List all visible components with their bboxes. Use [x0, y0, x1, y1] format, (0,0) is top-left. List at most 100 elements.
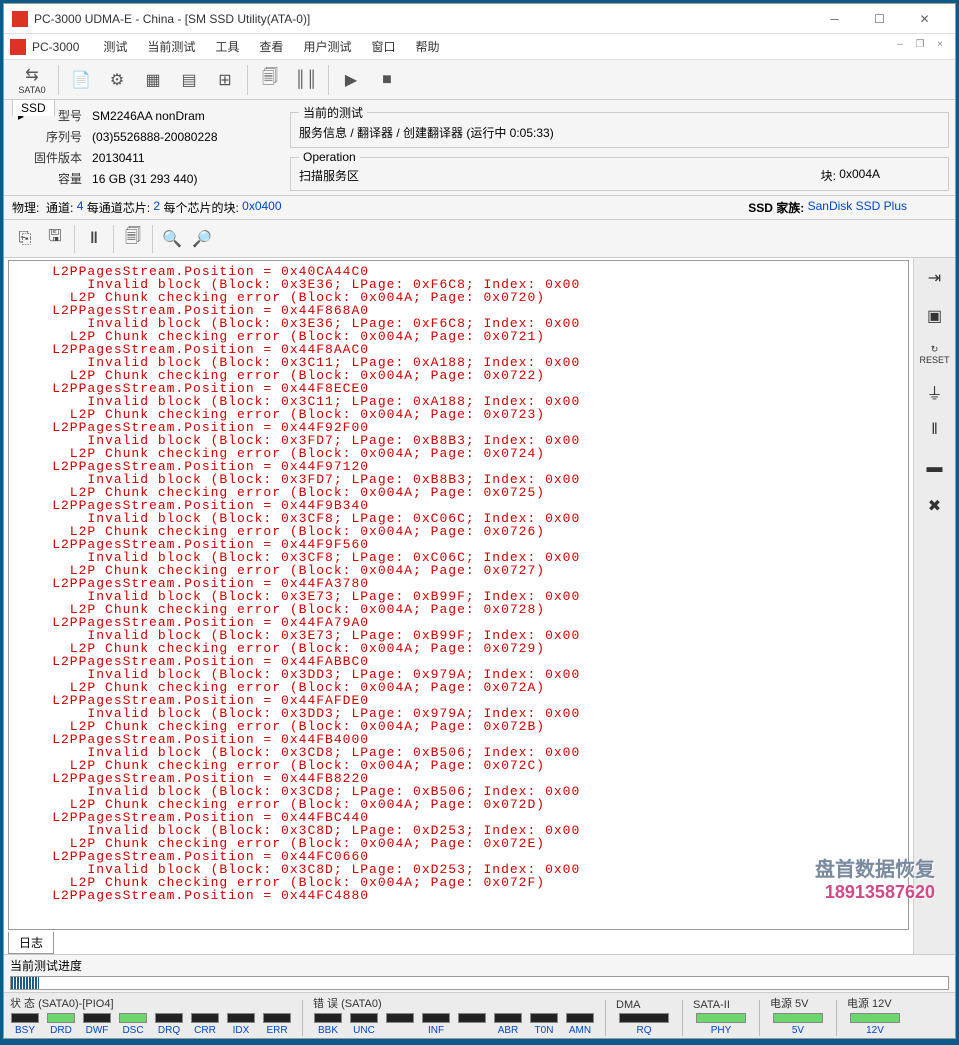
blocks-label: 每个芯片的块: [163, 199, 238, 216]
play-button[interactable]: ▶ [333, 63, 369, 97]
find-button[interactable]: 🔍 [157, 224, 187, 254]
led-indicator [191, 1013, 219, 1023]
operation-legend: Operation [299, 150, 360, 164]
perch-label: 每通道芯片: [87, 199, 150, 216]
tb2-btn-copy[interactable]: 🗐 [118, 224, 148, 254]
led-indicator [263, 1013, 291, 1023]
app-icon [12, 11, 28, 27]
side-btn-1[interactable]: ⇥ [921, 264, 949, 292]
close-button[interactable]: ✕ [902, 5, 947, 33]
menubar: PC-3000 测试 当前测试 工具 查看 用户测试 窗口 帮助 – ❐ × [4, 34, 955, 60]
ssd-family-label: SSD 家族: [748, 201, 804, 215]
port-label: SATA0 [18, 85, 45, 95]
physical-row: 物理: 通道: 4 每通道芯片: 2 每个芯片的块: 0x0400 SSD 家族… [4, 196, 955, 220]
side-pause-button[interactable]: ‖ [921, 416, 949, 444]
log-output[interactable]: L2PPagesStream.Position = 0x40CA44C0 Inv… [8, 260, 909, 930]
cap-value: 16 GB (31 293 440) [88, 169, 221, 188]
status-led: UNC [347, 1013, 381, 1036]
status-led: ERR [260, 1013, 294, 1036]
mdi-restore-button[interactable]: ❐ [911, 39, 929, 55]
mdi-minimize-button[interactable]: – [891, 39, 909, 55]
pause-button[interactable]: ‖ [79, 224, 109, 254]
menu-view[interactable]: 查看 [249, 35, 293, 58]
fw-value: 20130411 [88, 148, 221, 167]
fw-label: 固件版本 [30, 148, 86, 167]
status-group-label: SATA-II [691, 999, 751, 1011]
tb2-btn-2[interactable]: 🖫 [40, 224, 70, 254]
operation-text: 扫描服务区 [299, 167, 359, 184]
log-tab[interactable]: 日志 [8, 932, 54, 954]
maximize-button[interactable]: ☐ [857, 5, 902, 33]
led-label: DRQ [158, 1025, 180, 1036]
led-label: DRD [50, 1025, 72, 1036]
menu-test[interactable]: 测试 [93, 35, 137, 58]
tool-btn-1[interactable]: 📄 [63, 63, 99, 97]
status-led: DSC [116, 1013, 150, 1036]
phys-label: 物理: [12, 199, 39, 216]
titlebar: PC-3000 UDMA-E - China - [SM SSD Utility… [4, 4, 955, 34]
led-indicator [619, 1013, 669, 1023]
tool-btn-barcode[interactable]: ║║ [288, 63, 324, 97]
status-led: PHY [691, 1013, 751, 1036]
side-btn-reset[interactable]: ↻RESET [921, 340, 949, 368]
menu-help[interactable]: 帮助 [405, 35, 449, 58]
current-test-legend: 当前的测试 [299, 104, 367, 121]
status-led: IDX [224, 1013, 258, 1036]
led-label: T0N [535, 1025, 554, 1036]
ssd-family-value: SanDisk SSD Plus [808, 199, 907, 216]
blocks-value: 0x0400 [242, 199, 281, 216]
tool-btn-3[interactable]: ▦ [135, 63, 171, 97]
menu-window[interactable]: 窗口 [361, 35, 405, 58]
menu-user-test[interactable]: 用户测试 [293, 35, 361, 58]
progress-bar [10, 976, 949, 990]
led-indicator [566, 1013, 594, 1023]
port-button[interactable]: ⇆ SATA0 [10, 63, 54, 97]
menu-current-test[interactable]: 当前测试 [137, 35, 205, 58]
minimize-button[interactable]: ─ [812, 5, 857, 33]
ssd-tab[interactable]: SSD [12, 99, 55, 116]
status-led: CRR [188, 1013, 222, 1036]
statusbar: 状 态 (SATA0)-[PIO4] BSY DRD DWFDSC DRQ CRR IDX E… [4, 992, 955, 1038]
current-test-fieldset: 当前的测试 服务信息 / 翻译器 / 创建翻译器 (运行中 0:05:33) [290, 104, 949, 148]
status-led: DRD [44, 1013, 78, 1036]
led-label: CRR [194, 1025, 216, 1036]
status-group-label: DMA [614, 999, 674, 1011]
progress-label: 当前测试进度 [10, 957, 949, 974]
led-indicator [773, 1013, 823, 1023]
status-group-label: 电源 12V [845, 995, 905, 1011]
status-led [455, 1013, 489, 1036]
tool-btn-2[interactable]: ⚙ [99, 63, 135, 97]
stop-button[interactable]: ■ [369, 63, 405, 97]
led-label: IDX [233, 1025, 250, 1036]
secondary-toolbar: ⎘ 🖫 ‖ 🗐 🔍 🔎 [4, 220, 955, 258]
led-indicator [458, 1013, 486, 1023]
status-led: DWF [80, 1013, 114, 1036]
info-pane: ▸ 型号 SM2246AA nonDram 序列号 (03)5526888-20… [4, 100, 955, 196]
status-led: T0N [527, 1013, 561, 1036]
side-btn-chip2-icon[interactable]: ▬ [921, 454, 949, 482]
led-indicator [530, 1013, 558, 1023]
led-indicator [83, 1013, 111, 1023]
status-led: INF [419, 1013, 453, 1036]
status-led: 5V [768, 1013, 828, 1036]
window-title: PC-3000 UDMA-E - China - [SM SSD Utility… [34, 12, 812, 26]
menu-tools[interactable]: 工具 [205, 35, 249, 58]
side-btn-power-icon[interactable]: ⏚ [921, 378, 949, 406]
side-btn-chip-icon[interactable]: ▣ [921, 302, 949, 330]
led-label: AMN [569, 1025, 591, 1036]
tb2-btn-1[interactable]: ⎘ [10, 224, 40, 254]
tool-btn-copy[interactable]: 🗐 [252, 63, 288, 97]
tool-btn-4[interactable]: ▤ [171, 63, 207, 97]
status-group-label: 状 态 (SATA0)-[PIO4] [8, 995, 294, 1011]
mdi-close-button[interactable]: × [931, 39, 949, 55]
led-label: BSY [15, 1025, 35, 1036]
led-label: RQ [637, 1025, 652, 1036]
perch-value: 2 [153, 199, 160, 216]
cap-label: 容量 [30, 169, 86, 188]
led-indicator [11, 1013, 39, 1023]
led-indicator [422, 1013, 450, 1023]
side-btn-settings[interactable]: ✖ [921, 492, 949, 520]
tool-btn-5[interactable]: ⊞ [207, 63, 243, 97]
operation-fieldset: Operation 扫描服务区 块: 0x004A [290, 150, 949, 191]
find-next-button[interactable]: 🔎 [187, 224, 217, 254]
